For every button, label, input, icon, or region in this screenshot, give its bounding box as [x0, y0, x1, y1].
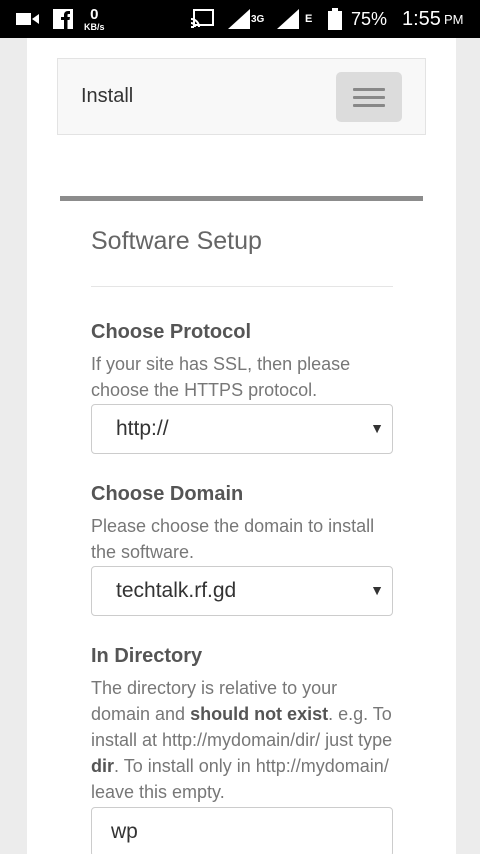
network-3g-label: 3G [251, 13, 265, 25]
battery-icon [328, 0, 342, 38]
directory-help-emphasis: should not exist [190, 704, 329, 724]
page-container: Install Software Setup Choose Protocol I… [27, 38, 456, 854]
signal-icon [277, 0, 299, 38]
directory-help-emphasis: dir [91, 756, 115, 776]
domain-select[interactable]: techtalk.rf.gd ▼ [91, 566, 393, 616]
panel-top-border [60, 196, 423, 201]
protocol-select[interactable]: http:// ▼ [91, 404, 393, 454]
battery-percent: 75% [351, 8, 388, 29]
divider [91, 286, 393, 287]
directory-help-text: . To install only in http://mydomain/ le… [91, 756, 389, 802]
domain-label: Choose Domain [91, 483, 244, 505]
protocol-help: If your site has SSL, then please choose… [91, 354, 351, 400]
menu-toggle-button[interactable] [336, 72, 402, 122]
protocol-label: Choose Protocol [91, 321, 252, 343]
protocol-select-value: http:// [116, 417, 169, 440]
directory-input-value: wp [111, 820, 138, 843]
network-speed: 0 KB/s [84, 0, 105, 38]
network-speed-unit: KB/s [84, 21, 105, 32]
dropdown-arrow-icon: ▼ [370, 582, 384, 598]
cast-icon [190, 0, 214, 38]
clock-time: 1:55 [402, 7, 441, 30]
signal-icon [228, 0, 250, 38]
directory-label: In Directory [91, 645, 203, 667]
dropdown-arrow-icon: ▼ [370, 420, 384, 436]
hamburger-icon [353, 88, 385, 91]
section-title: Software Setup [91, 227, 262, 255]
clock: 1:55 PM [402, 0, 463, 38]
clock-ampm: PM [443, 11, 464, 27]
domain-help: Please choose the domain to install the … [91, 516, 375, 562]
domain-select-value: techtalk.rf.gd [116, 579, 237, 602]
navbar: Install [57, 58, 426, 135]
network-e-label: E [305, 13, 313, 25]
navbar-brand[interactable]: Install [81, 85, 133, 108]
directory-help: The directory is relative to your domain… [91, 675, 401, 805]
status-bar: 0 KB/s 3G E 75% 1:55 PM [0, 0, 480, 38]
hamburger-icon-bar [353, 104, 385, 107]
directory-input[interactable]: wp [91, 807, 393, 854]
facebook-icon [53, 0, 73, 38]
hamburger-icon-bar [353, 96, 385, 99]
network-speed-value: 0 [90, 5, 99, 23]
video-camera-icon [16, 0, 40, 38]
